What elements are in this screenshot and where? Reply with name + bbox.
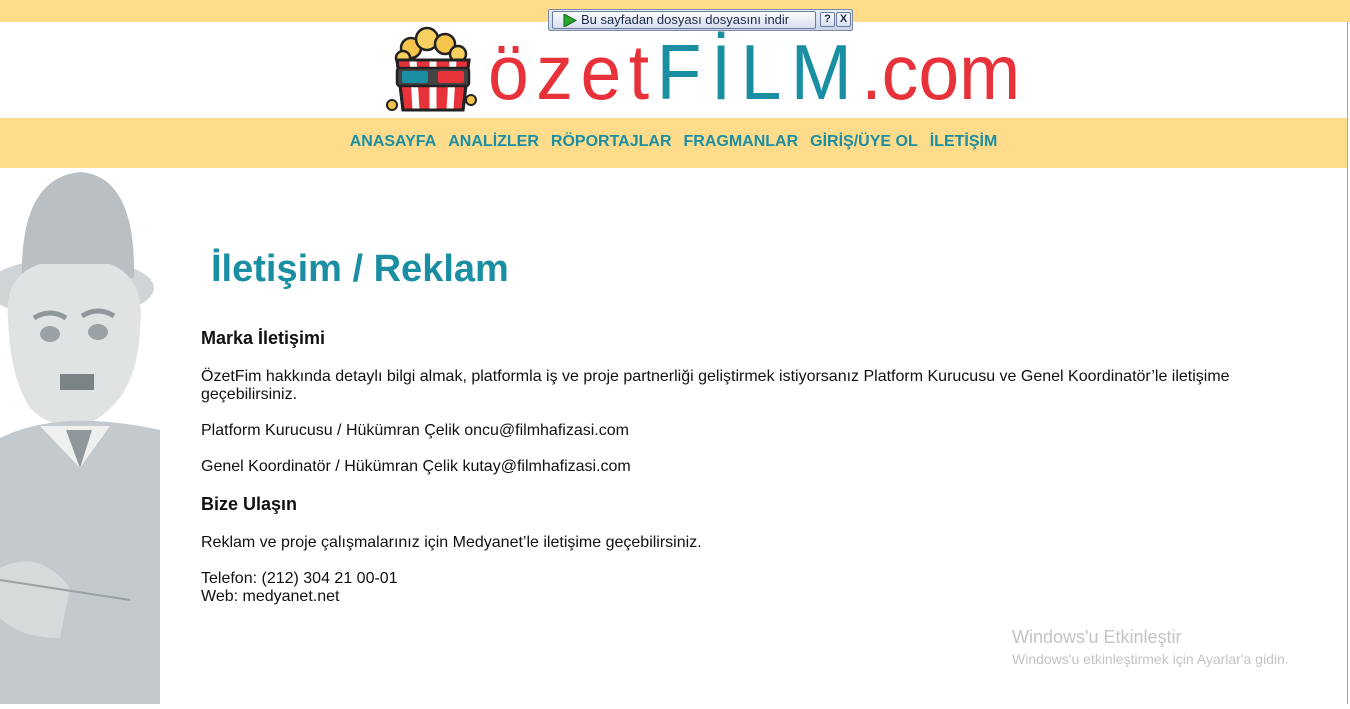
site-header: özetFİLM.com <box>0 22 1347 118</box>
section-heading-bize-ulasin: Bize Ulaşın <box>201 494 298 514</box>
logo-part-com: .com <box>861 28 1021 116</box>
close-button[interactable]: X <box>836 12 851 27</box>
chaplin-background-image <box>0 168 165 709</box>
logo-part-film: FİLM <box>656 28 862 116</box>
section-intro-reklam: Reklam ve proje çalışmalarınız için Medy… <box>201 534 702 551</box>
nav-item-iletisim[interactable]: İLETİŞİM <box>930 118 998 166</box>
nav-item-giris-uye-ol[interactable]: GİRİŞ/ÜYE OL <box>810 118 918 166</box>
section-heading-marka: Marka İletişimi <box>201 328 326 348</box>
section-intro-marka: ÖzetFim hakkında detaylı bilgi almak, pl… <box>201 368 1230 403</box>
download-toolbar: Bu sayfadan dosyası dosyasını indir ? X <box>548 9 853 31</box>
contact-coordinator: Genel Koordinatör / Hükümran Çelik kutay… <box>201 458 631 475</box>
contact-founder: Platform Kurucusu / Hükümran Çelik oncu@… <box>201 422 629 439</box>
contact-web: Web: medyanet.net <box>201 588 340 605</box>
activation-watermark-subtitle: Windows'u etkinleştirmek için Ayarlar'a … <box>1012 651 1289 667</box>
nav-item-roportajlar[interactable]: RÖPORTAJLAR <box>551 118 672 166</box>
logo-part-ozet: özet <box>488 28 657 116</box>
download-button-label: Bu sayfadan dosyası dosyasını indir <box>581 12 790 27</box>
page-title: İletişim / Reklam <box>211 248 509 290</box>
contact-phone: Telefon: (212) 304 21 00-01 <box>201 570 398 587</box>
main-navigation: ANASAYFA ANALİZLER RÖPORTAJLAR FRAGMANLAR Gİ… <box>0 118 1347 168</box>
popcorn-logo-icon[interactable] <box>383 22 483 123</box>
play-icon <box>563 14 577 27</box>
nav-item-analizler[interactable]: ANALİZLER <box>448 118 539 166</box>
nav-item-anasayfa[interactable]: ANASAYFA <box>350 118 437 166</box>
window-edge <box>1347 22 1348 704</box>
download-button[interactable]: Bu sayfadan dosyası dosyasını indir <box>552 11 816 29</box>
activation-watermark-title: Windows'u Etkinleştir <box>1012 627 1182 647</box>
site-logo[interactable]: özetFİLM.com <box>488 30 1020 114</box>
help-button[interactable]: ? <box>820 12 835 27</box>
nav-item-fragmanlar[interactable]: FRAGMANLAR <box>684 118 799 166</box>
